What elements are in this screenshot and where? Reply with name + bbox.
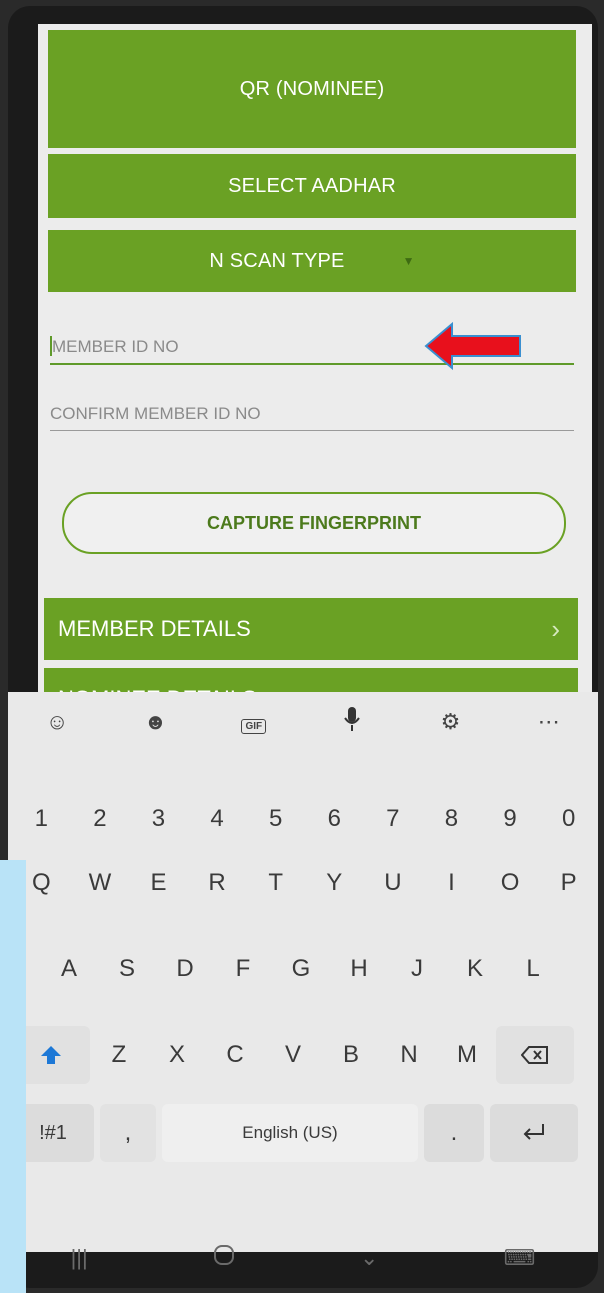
key[interactable]: F [214,940,272,998]
key[interactable]: 9 [481,790,540,848]
key[interactable]: E [129,854,188,912]
number-row: 1 2 3 4 5 6 7 8 9 0 [12,790,598,848]
enter-icon[interactable] [490,1104,578,1162]
annotation-arrow-icon [424,321,521,371]
key[interactable]: B [322,1026,380,1084]
keyboard-toolbar: ☺ ☻ GIF ⚙ ⋯ [8,692,598,752]
home-icon[interactable] [213,1244,235,1272]
scan-type-label: N SCAN TYPE [209,249,345,272]
sticker-icon[interactable]: ☻ [135,709,175,735]
zxcv-row: Z X C V B N M [12,1026,598,1084]
dropdown-caret-icon: ▼ [402,254,415,268]
key[interactable]: I [422,854,481,912]
member-details-section[interactable]: MEMBER DETAILS › [44,598,578,660]
key[interactable]: W [71,854,130,912]
scan-type-dropdown[interactable]: N SCAN TYPE ▼ [48,230,576,292]
key[interactable]: 0 [539,790,598,848]
key[interactable]: 7 [364,790,423,848]
qr-nominee-button[interactable]: QR (NOMINEE) [48,30,576,148]
key[interactable]: 3 [129,790,188,848]
space-key[interactable]: English (US) [162,1104,418,1162]
key[interactable]: C [206,1026,264,1084]
key[interactable]: L [504,940,562,998]
app-screen: QR (NOMINEE) SELECT AADHAR N SCAN TYPE ▼… [38,24,592,700]
key[interactable]: Z [90,1026,148,1084]
qwerty-row: Q W E R T Y U I O P [12,854,598,912]
key[interactable]: 1 [12,790,71,848]
select-aadhar-button[interactable]: SELECT AADHAR [48,154,576,218]
key[interactable]: Y [305,854,364,912]
member-id-placeholder: MEMBER ID NO [52,337,179,356]
key[interactable]: O [481,854,540,912]
key[interactable]: A [40,940,98,998]
key[interactable]: D [156,940,214,998]
key[interactable]: J [388,940,446,998]
capture-fingerprint-button[interactable]: CAPTURE FINGERPRINT [62,492,566,554]
period-key[interactable]: . [424,1104,484,1162]
recents-icon[interactable]: ||| [71,1245,88,1271]
key[interactable]: U [364,854,423,912]
asdf-row: A S D F G H J K L [40,940,598,998]
key[interactable]: S [98,940,156,998]
more-icon[interactable]: ⋯ [529,709,569,735]
key[interactable]: 8 [422,790,481,848]
confirm-member-id-input[interactable]: CONFIRM MEMBER ID NO [50,404,574,431]
key[interactable]: X [148,1026,206,1084]
decorative-shape [0,860,26,1293]
confirm-member-id-placeholder: CONFIRM MEMBER ID NO [50,404,261,423]
key[interactable]: 4 [188,790,247,848]
gif-icon[interactable]: GIF [234,709,274,735]
keyboard: ☺ ☻ GIF ⚙ ⋯ 1 2 3 4 5 6 7 8 9 0 Q W E R … [8,692,598,1252]
key[interactable]: 6 [305,790,364,848]
emoji-icon[interactable]: ☺ [37,709,77,735]
phone-frame: QR (NOMINEE) SELECT AADHAR N SCAN TYPE ▼… [8,6,598,1288]
key[interactable]: P [539,854,598,912]
capture-fingerprint-label: CAPTURE FINGERPRINT [206,512,421,533]
key[interactable]: H [330,940,388,998]
key[interactable]: T [246,854,305,912]
back-icon[interactable]: ⌄ [360,1245,378,1271]
member-details-label: MEMBER DETAILS [58,616,251,641]
key[interactable]: R [188,854,247,912]
key[interactable]: K [446,940,504,998]
mic-icon[interactable] [332,706,372,738]
settings-icon[interactable]: ⚙ [430,709,470,735]
key[interactable]: 2 [71,790,130,848]
key[interactable]: M [438,1026,496,1084]
key[interactable]: 5 [246,790,305,848]
key[interactable]: G [272,940,330,998]
key[interactable]: V [264,1026,322,1084]
key[interactable]: N [380,1026,438,1084]
chevron-right-icon: › [551,613,560,644]
keyboard-icon[interactable]: ⌨ [504,1245,536,1271]
select-aadhar-label: SELECT AADHAR [228,174,396,197]
bottom-row: !#1 , English (US) . [12,1104,598,1162]
comma-key[interactable]: , [100,1104,156,1162]
backspace-icon[interactable] [496,1026,574,1084]
system-nav-bar: ||| ⌄ ⌨ [8,1228,598,1288]
qr-nominee-label: QR (NOMINEE) [239,77,385,100]
